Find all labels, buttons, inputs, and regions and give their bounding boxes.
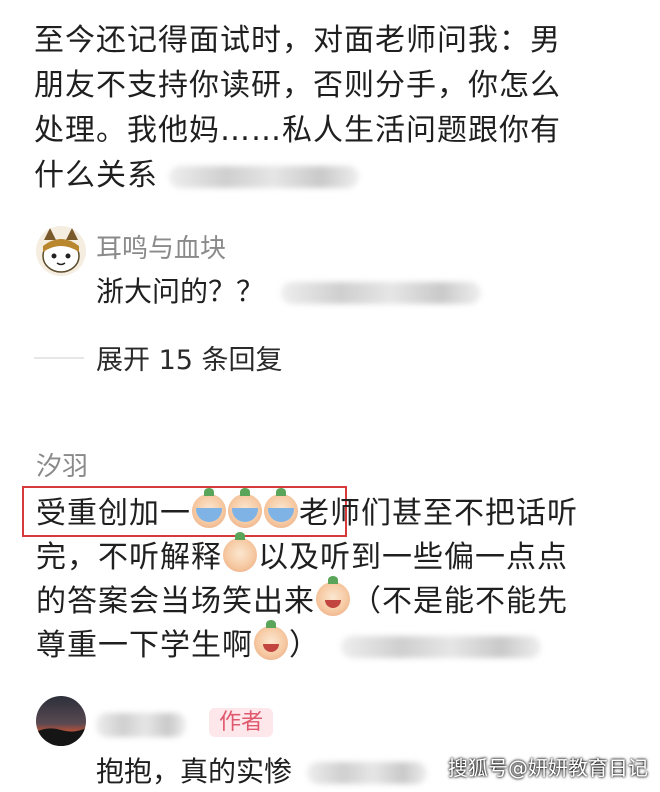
crying-emoji-icon <box>228 488 262 528</box>
comment-line: 尊重一下学生啊 ） <box>36 620 636 668</box>
comment-line: 完，不听解释 以及听到一些偏一点点 <box>36 532 636 580</box>
comment-text: （不是能不能先 <box>351 584 568 619</box>
divider <box>34 357 84 359</box>
comment-text: 受重创加一 <box>36 496 191 531</box>
reply-header: 作者 <box>96 704 274 737</box>
comment-text: 完，不听解释 <box>36 540 222 575</box>
post-line: 朋友不支持你读研，否则分手，你怎么 <box>34 68 561 103</box>
post-line: 什么关系 <box>34 153 634 198</box>
comment-username[interactable]: 汐羽 <box>36 446 88 483</box>
blurred-meta-reply <box>306 762 427 784</box>
post-line-text: 什么关系 <box>34 158 158 193</box>
blurred-meta-reply <box>340 635 541 658</box>
comment-line: 的答案会当场笑出来 （不是能不能先 <box>36 576 636 624</box>
laughing-emoji-icon <box>254 620 288 660</box>
comment-body: 受重创加一 老师们甚至不把话听 完，不听解释 以及听到一些偏一点点 的答案会当场笑出… <box>36 488 636 668</box>
comment-text: 的答案会当场笑出来 <box>36 584 315 619</box>
reply-text: 抱抱，真的实惨 <box>96 755 293 788</box>
embarrassed-emoji-icon <box>223 532 257 572</box>
post-line: 处理。我他妈……私人生活问题跟你有 <box>34 113 561 148</box>
expand-replies-link[interactable]: 展开 15 条回复 <box>96 338 283 377</box>
crying-emoji-icon <box>264 488 298 528</box>
avatar[interactable] <box>36 696 86 746</box>
blurred-meta-reply <box>168 165 359 188</box>
blurred-meta-reply <box>280 282 481 304</box>
post-body: 至今还记得面试时，对面老师问我：男 朋友不支持你读研，否则分手，你怎么 处理。我… <box>34 18 634 198</box>
blurred-username <box>96 712 186 737</box>
avatar[interactable] <box>36 226 86 276</box>
watermark: 搜狐号@妍妍教育日记 <box>448 756 648 780</box>
reply-username[interactable]: 耳鸣与血块 <box>96 228 226 265</box>
post-line: 至今还记得面试时，对面老师问我：男 <box>34 23 561 58</box>
comment-text: 尊重一下学生啊 <box>36 628 253 663</box>
laughing-emoji-icon <box>316 576 350 616</box>
comment-text: ） <box>289 628 320 663</box>
comment-text: 老师们甚至不把话听 <box>299 496 578 531</box>
author-badge: 作者 <box>209 708 274 737</box>
reply-text: 浙大问的？？ <box>96 275 265 308</box>
comment-line: 受重创加一 老师们甚至不把话听 <box>36 488 636 536</box>
reply-body: 浙大问的？？ <box>96 272 481 312</box>
reply-body: 抱抱，真的实惨 <box>96 752 427 792</box>
avatar-cat-icon <box>36 226 86 276</box>
comment-text: 以及听到一些偏一点点 <box>258 540 568 575</box>
crying-emoji-icon <box>192 488 226 528</box>
avatar-landscape-icon <box>36 696 86 746</box>
